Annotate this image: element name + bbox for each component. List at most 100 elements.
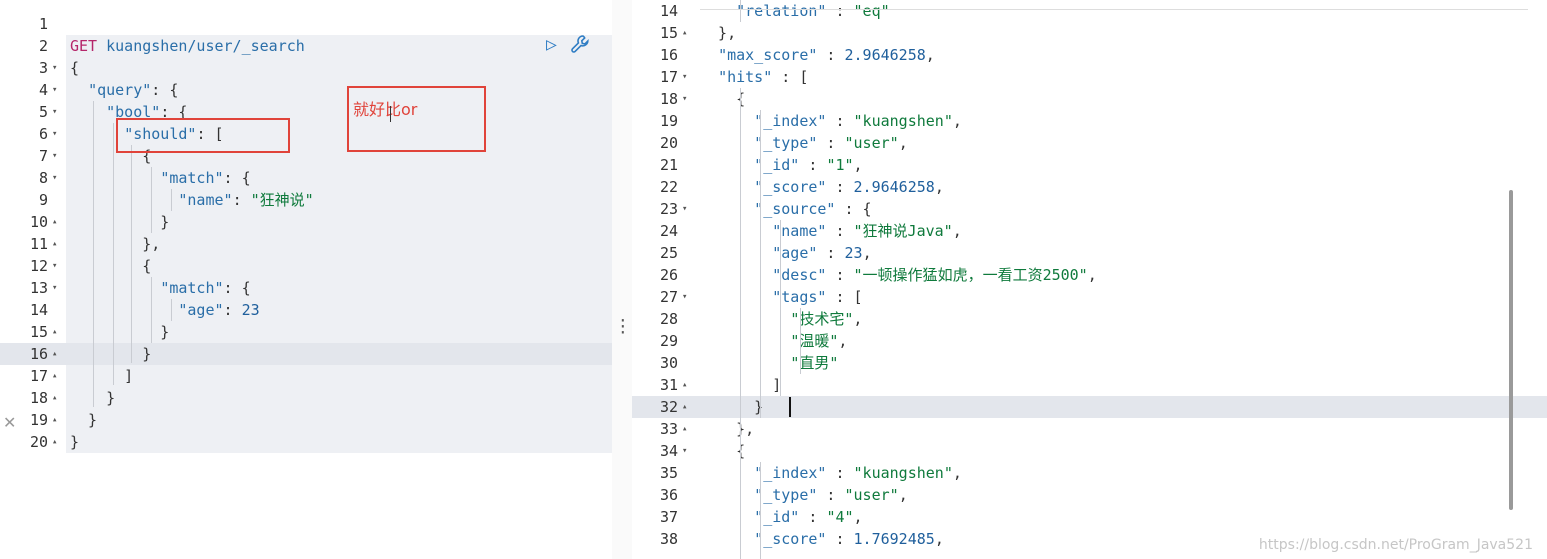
code-line[interactable]: 29 "温暖", <box>632 330 1547 352</box>
code-line[interactable]: 18 ▾ { <box>632 88 1547 110</box>
code-line[interactable]: 8 ▾ "match": { <box>0 167 612 189</box>
code-line[interactable]: 37 "_id" : "4", <box>632 506 1547 528</box>
close-icon[interactable]: ✕ <box>3 413 16 432</box>
code-line[interactable]: 36 "_type" : "user", <box>632 484 1547 506</box>
code-token: "4" <box>826 508 854 526</box>
code-line[interactable]: 17 ▾ "hits" : [ <box>632 66 1547 88</box>
fold-close-icon[interactable]: ▴ <box>682 396 687 418</box>
wrench-icon[interactable] <box>570 34 590 59</box>
line-number: 36 <box>659 486 678 504</box>
code-token: "age" <box>178 301 224 319</box>
code-line[interactable]: 3 ▾ { <box>0 57 612 79</box>
fold-open-icon[interactable]: ▾ <box>52 57 57 79</box>
fold-open-icon[interactable]: ▾ <box>52 101 57 123</box>
fold-open-icon[interactable]: ▾ <box>52 255 57 277</box>
code-line[interactable]: 35 "_index" : "kuangshen", <box>632 462 1547 484</box>
request-editor[interactable]: 1 2 GET kuangshen/user/_search 3 ▾{4 ▾ "query… <box>0 0 612 559</box>
response-viewer[interactable]: 14 "relation" : "eq" 15 ▴ }, 16 "max_score"… <box>632 0 1547 559</box>
code-line[interactable]: 19 ▴ } <box>0 409 612 431</box>
code-token: : <box>817 46 845 64</box>
code-line[interactable]: 19 "_index" : "kuangshen", <box>632 110 1547 132</box>
code-line[interactable]: 7 ▾ { <box>0 145 612 167</box>
code-line[interactable]: 30 "直男" <box>632 352 1547 374</box>
code-token: 1.7692485 <box>853 530 935 548</box>
code-line[interactable]: 23 ▾ "_source" : { <box>632 198 1547 220</box>
fold-close-icon[interactable]: ▴ <box>52 409 57 431</box>
fold-close-icon[interactable]: ▴ <box>682 374 687 396</box>
code-line[interactable]: 11 ▴ }, <box>0 233 612 255</box>
code-line[interactable]: 31 ▴ ] <box>632 374 1547 396</box>
code-line[interactable]: 12 ▾ { <box>0 255 612 277</box>
indent-guide <box>171 189 172 211</box>
code-line[interactable]: 5 ▾ "bool": { <box>0 101 612 123</box>
code-line[interactable]: 34 ▾ { <box>632 440 1547 462</box>
fold-open-icon[interactable]: ▾ <box>682 198 687 220</box>
code-token: : <box>826 112 854 130</box>
line-number: 14 <box>29 301 48 319</box>
code-line[interactable]: 13 ▾ "match": { <box>0 277 612 299</box>
code-line[interactable]: 16 "max_score" : 2.9646258, <box>632 44 1547 66</box>
code-text: "age": 23 <box>70 299 259 321</box>
line-number: 23 <box>659 200 678 218</box>
play-icon[interactable]: ▷ <box>546 34 557 55</box>
code-token: : <box>826 530 854 548</box>
code-token: GET <box>70 37 98 55</box>
code-line[interactable]: 27 ▾ "tags" : [ <box>632 286 1547 308</box>
fold-open-icon[interactable]: ▾ <box>52 79 57 101</box>
code-token: { <box>70 257 152 275</box>
code-line[interactable]: 21 "_id" : "1", <box>632 154 1547 176</box>
fold-open-icon[interactable]: ▾ <box>52 277 57 299</box>
line-number: 20 <box>29 433 48 451</box>
code-line[interactable]: 14 "age": 23 <box>0 299 612 321</box>
code-token: "match" <box>160 279 224 297</box>
code-line[interactable]: 22 "_score" : 2.9646258, <box>632 176 1547 198</box>
fold-open-icon[interactable]: ▾ <box>682 88 687 110</box>
code-line[interactable]: 4 ▾ "query": { <box>0 79 612 101</box>
code-line[interactable]: 2 GET kuangshen/user/_search <box>0 35 612 57</box>
fold-close-icon[interactable]: ▴ <box>52 233 57 255</box>
code-line[interactable]: 10 ▴ } <box>0 211 612 233</box>
fold-open-icon[interactable]: ▾ <box>682 286 687 308</box>
vertical-scrollbar[interactable] <box>1509 190 1513 510</box>
drag-handle-icon[interactable]: · · · <box>618 313 628 341</box>
code-token: "user" <box>844 486 899 504</box>
fold-open-icon[interactable]: ▾ <box>52 145 57 167</box>
code-line[interactable]: 25 "age" : 23, <box>632 242 1547 264</box>
fold-close-icon[interactable]: ▴ <box>52 343 57 365</box>
code-line[interactable]: 1 <box>0 13 612 35</box>
code-text: "name": "狂神说" <box>70 189 313 211</box>
code-line[interactable]: 28 "技术宅", <box>632 308 1547 330</box>
fold-close-icon[interactable]: ▴ <box>52 431 57 453</box>
code-line[interactable]: 9 "name": "狂神说" <box>0 189 612 211</box>
fold-close-icon[interactable]: ▴ <box>52 321 57 343</box>
code-line[interactable]: 14 "relation" : "eq" <box>632 0 1547 22</box>
fold-open-icon[interactable]: ▾ <box>52 167 57 189</box>
code-line[interactable]: 15 ▴ } <box>0 321 612 343</box>
code-line[interactable]: 24 "name" : "狂神说Java", <box>632 220 1547 242</box>
fold-close-icon[interactable]: ▴ <box>52 387 57 409</box>
fold-open-icon[interactable]: ▾ <box>682 66 687 88</box>
code-line[interactable]: 26 "desc" : "一顿操作猛如虎，一看工资2500", <box>632 264 1547 286</box>
code-line[interactable]: 16 ▴ } <box>0 343 612 365</box>
code-line[interactable]: 17 ▴ ] <box>0 365 612 387</box>
fold-close-icon[interactable]: ▴ <box>682 418 687 440</box>
code-text: }, <box>700 418 754 440</box>
fold-close-icon[interactable]: ▴ <box>682 22 687 44</box>
line-number: 17 <box>29 367 48 385</box>
fold-open-icon[interactable]: ▾ <box>52 123 57 145</box>
fold-close-icon[interactable]: ▴ <box>52 211 57 233</box>
code-line[interactable]: 18 ▴ } <box>0 387 612 409</box>
code-text: { <box>700 88 745 110</box>
code-line[interactable]: 6 ▾ "should": [ <box>0 123 612 145</box>
code-line[interactable]: 15 ▴ }, <box>632 22 1547 44</box>
code-line[interactable]: 20 "_type" : "user", <box>632 132 1547 154</box>
pane-divider[interactable] <box>612 0 632 559</box>
code-line[interactable]: 20 ▴} <box>0 431 612 453</box>
fold-close-icon[interactable]: ▴ <box>52 365 57 387</box>
fold-open-icon[interactable]: ▾ <box>682 440 687 462</box>
code-line[interactable]: 32 ▴ } <box>632 396 1547 418</box>
code-line[interactable]: 33 ▴ }, <box>632 418 1547 440</box>
